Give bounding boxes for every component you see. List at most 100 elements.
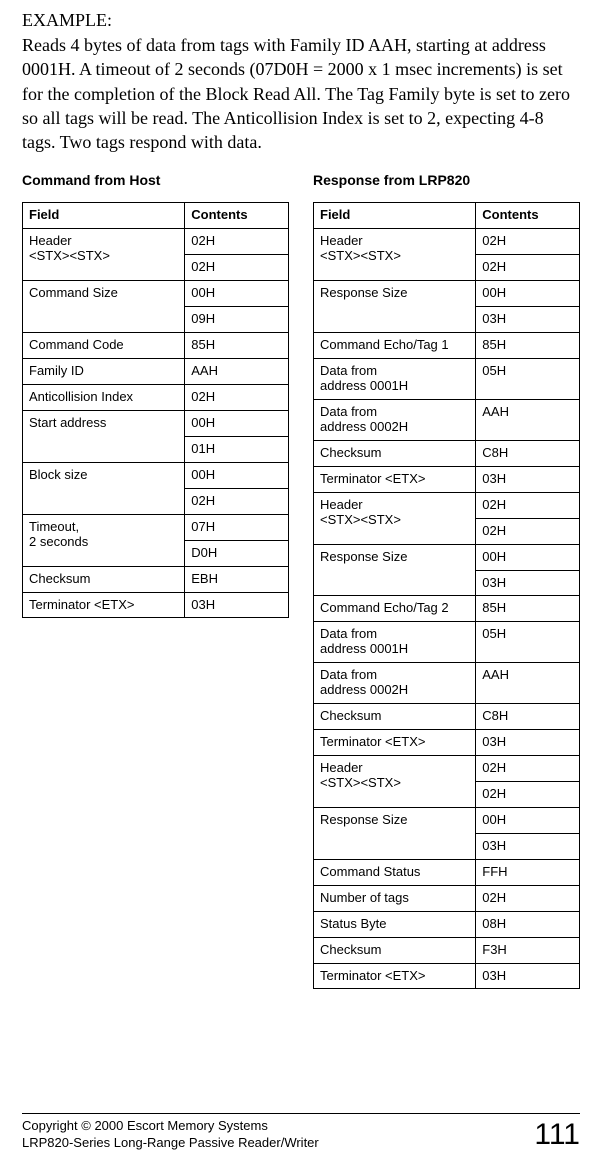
field-cell: Data from address 0001H [314, 359, 476, 400]
table-row: ChecksumEBH [23, 566, 289, 592]
contents-cell: 00H [476, 281, 580, 307]
table-row: Number of tags02H [314, 885, 580, 911]
field-cell: Data from address 0002H [314, 399, 476, 440]
table-row: Response Size00H [314, 281, 580, 307]
field-cell: Block size [23, 462, 185, 514]
left-column: Command from Host Field Contents Header … [22, 172, 289, 989]
footer-divider [22, 1113, 580, 1114]
contents-cell: 85H [476, 333, 580, 359]
field-cell: Header <STX><STX> [23, 229, 185, 281]
contents-cell: 03H [476, 730, 580, 756]
contents-cell: AAH [476, 399, 580, 440]
document-page: EXAMPLE: Reads 4 bytes of data from tags… [0, 0, 602, 1162]
table-row: Terminator <ETX>03H [23, 592, 289, 618]
field-cell: Checksum [314, 937, 476, 963]
field-cell: Response Size [314, 544, 476, 596]
field-cell: Checksum [314, 704, 476, 730]
table-row: Header <STX><STX>02H [314, 756, 580, 782]
contents-cell: FFH [476, 859, 580, 885]
field-cell: Checksum [23, 566, 185, 592]
header-contents: Contents [476, 203, 580, 229]
table-row: Anticollision Index02H [23, 385, 289, 411]
contents-cell: 02H [476, 255, 580, 281]
contents-cell: 01H [185, 436, 289, 462]
table-row: Start address00H [23, 410, 289, 436]
left-table-title: Command from Host [22, 172, 289, 188]
contents-cell: 02H [185, 255, 289, 281]
footer-line1: Copyright © 2000 Escort Memory Systems [22, 1118, 319, 1135]
field-cell: Timeout, 2 seconds [23, 514, 185, 566]
field-cell: Command Echo/Tag 1 [314, 333, 476, 359]
page-footer: Copyright © 2000 Escort Memory Systems L… [22, 1113, 580, 1152]
contents-cell: 02H [476, 885, 580, 911]
table-row: Family IDAAH [23, 359, 289, 385]
right-table-title: Response from LRP820 [313, 172, 580, 188]
field-cell: Terminator <ETX> [23, 592, 185, 618]
field-cell: Data from address 0001H [314, 622, 476, 663]
field-cell: Command Echo/Tag 2 [314, 596, 476, 622]
table-row: ChecksumF3H [314, 937, 580, 963]
response-table: Field Contents Header <STX><STX>02H02HRe… [313, 202, 580, 989]
field-cell: Number of tags [314, 885, 476, 911]
table-row: Response Size00H [314, 544, 580, 570]
contents-cell: 00H [476, 807, 580, 833]
field-cell: Response Size [314, 281, 476, 333]
contents-cell: 03H [476, 570, 580, 596]
contents-cell: 03H [476, 963, 580, 989]
field-cell: Data from address 0002H [314, 663, 476, 704]
table-row: Response Size00H [314, 807, 580, 833]
command-table: Field Contents Header <STX><STX>02H02HCo… [22, 202, 289, 618]
table-row: Data from address 0001H05H [314, 622, 580, 663]
contents-cell: 00H [185, 462, 289, 488]
table-row: Header <STX><STX>02H [314, 492, 580, 518]
header-field: Field [314, 203, 476, 229]
field-cell: Header <STX><STX> [314, 756, 476, 808]
field-cell: Terminator <ETX> [314, 466, 476, 492]
table-row: ChecksumC8H [314, 440, 580, 466]
contents-cell: 02H [476, 756, 580, 782]
table-row: Command Size00H [23, 281, 289, 307]
contents-cell: 08H [476, 911, 580, 937]
field-cell: Command Size [23, 281, 185, 333]
footer-text: Copyright © 2000 Escort Memory Systems L… [22, 1118, 319, 1152]
table-row: Data from address 0001H05H [314, 359, 580, 400]
contents-cell: C8H [476, 440, 580, 466]
footer-line2: LRP820-Series Long-Range Passive Reader/… [22, 1135, 319, 1152]
contents-cell: F3H [476, 937, 580, 963]
contents-cell: 03H [476, 833, 580, 859]
contents-cell: 03H [185, 592, 289, 618]
contents-cell: 05H [476, 359, 580, 400]
contents-cell: 85H [185, 333, 289, 359]
table-row: Block size00H [23, 462, 289, 488]
contents-cell: 03H [476, 307, 580, 333]
contents-cell: 02H [476, 229, 580, 255]
table-header-row: Field Contents [23, 203, 289, 229]
field-cell: Family ID [23, 359, 185, 385]
contents-cell: 00H [185, 281, 289, 307]
table-row: Command Echo/Tag 285H [314, 596, 580, 622]
table-row: Data from address 0002HAAH [314, 399, 580, 440]
contents-cell: AAH [185, 359, 289, 385]
table-row: Terminator <ETX>03H [314, 730, 580, 756]
tables-columns: Command from Host Field Contents Header … [22, 172, 580, 989]
contents-cell: 02H [185, 488, 289, 514]
contents-cell: 00H [185, 410, 289, 436]
table-row: Status Byte08H [314, 911, 580, 937]
page-number: 111 [534, 1118, 580, 1152]
contents-cell: 02H [185, 229, 289, 255]
table-row: Header <STX><STX>02H [23, 229, 289, 255]
contents-cell: 02H [476, 492, 580, 518]
field-cell: Header <STX><STX> [314, 229, 476, 281]
field-cell: Response Size [314, 807, 476, 859]
contents-cell: 85H [476, 596, 580, 622]
field-cell: Terminator <ETX> [314, 963, 476, 989]
table-row: Header <STX><STX>02H [314, 229, 580, 255]
field-cell: Anticollision Index [23, 385, 185, 411]
field-cell: Header <STX><STX> [314, 492, 476, 544]
table-row: Terminator <ETX>03H [314, 963, 580, 989]
field-cell: Checksum [314, 440, 476, 466]
field-cell: Command Status [314, 859, 476, 885]
contents-cell: 05H [476, 622, 580, 663]
field-cell: Terminator <ETX> [314, 730, 476, 756]
header-field: Field [23, 203, 185, 229]
